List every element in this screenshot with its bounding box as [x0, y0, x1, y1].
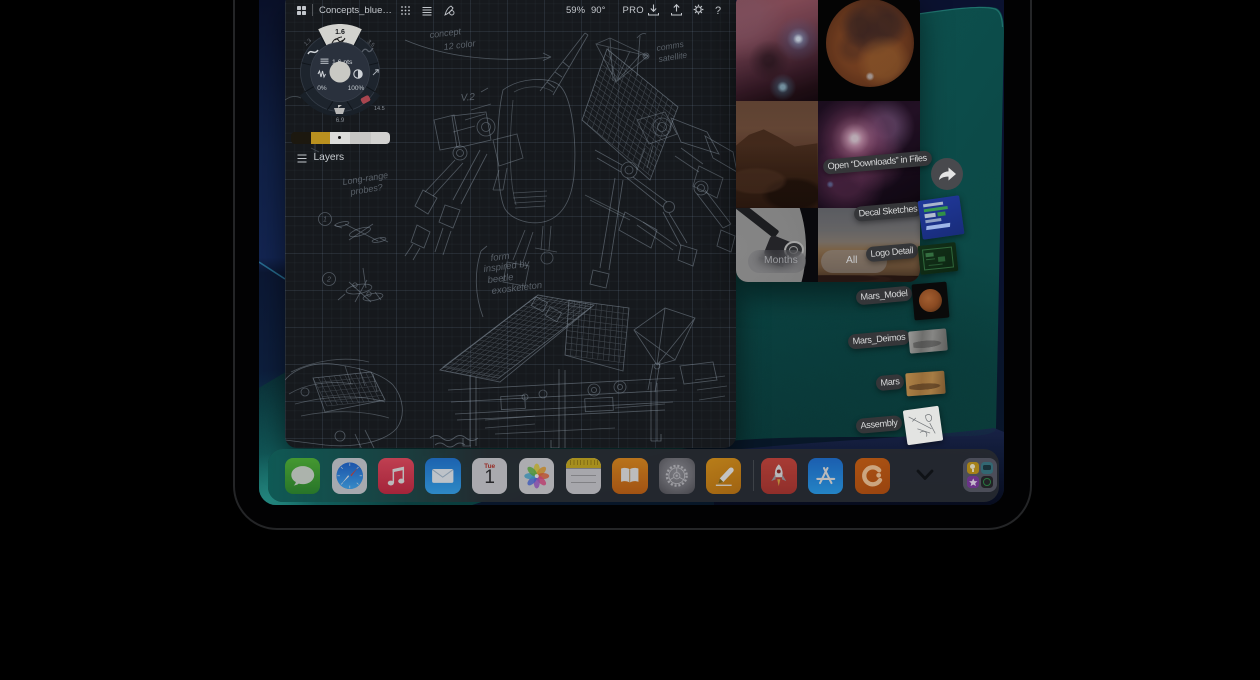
- svg-text:100%: 100%: [347, 85, 364, 92]
- svg-text:1.6: 1.6: [335, 29, 345, 36]
- svg-text:6.9: 6.9: [335, 118, 344, 124]
- svg-text:2: 2: [326, 277, 331, 284]
- svg-text:12 color: 12 color: [443, 38, 477, 52]
- svg-text:concept: concept: [429, 26, 462, 40]
- svg-text:0%: 0%: [317, 85, 327, 92]
- svg-text:V.2: V.2: [460, 92, 476, 104]
- svg-text:14.5: 14.5: [374, 106, 385, 112]
- svg-text:1: 1: [323, 217, 327, 224]
